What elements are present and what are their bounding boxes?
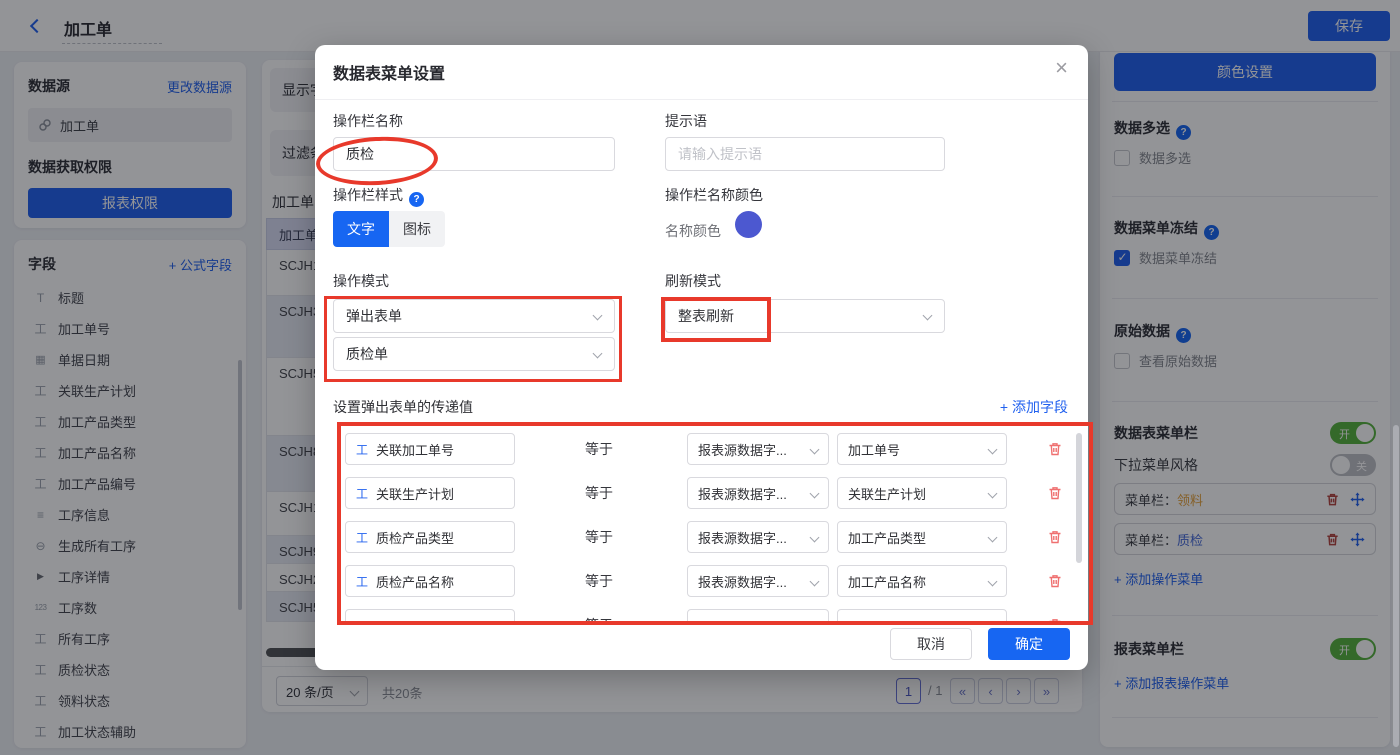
- transfer-field-name: 质检产品名称: [376, 574, 455, 590]
- transfer-source-select[interactable]: [687, 609, 829, 625]
- text-field-icon: 工: [356, 486, 369, 501]
- divider: [315, 99, 1088, 100]
- transfer-source-select[interactable]: 报表源数据字...: [687, 433, 829, 465]
- equals-label: 等于: [585, 441, 613, 457]
- trash-icon[interactable]: [1047, 573, 1063, 589]
- op-form-select[interactable]: 质检单: [333, 337, 615, 371]
- trash-icon[interactable]: [1047, 485, 1063, 501]
- menu-settings-dialog: 数据表菜单设置 × 操作栏名称 提示语 质检 请输入提示语 操作栏样式? 操作栏…: [315, 45, 1088, 670]
- confirm-button[interactable]: 确定: [988, 628, 1070, 660]
- transfer-field-name: 关联生产计划: [376, 486, 455, 502]
- trash-icon[interactable]: [1047, 441, 1063, 457]
- add-field-link[interactable]: + 添加字段: [1000, 397, 1068, 417]
- transfer-target-select[interactable]: [837, 609, 1007, 625]
- transfer-field-name: 关联加工单号: [376, 442, 455, 458]
- name-color-swatch[interactable]: [735, 211, 762, 238]
- refresh-mode-select[interactable]: 整表刷新: [665, 299, 945, 333]
- chevron-down-icon: [809, 444, 820, 455]
- refresh-mode-label: 刷新模式: [665, 273, 721, 289]
- tip-placeholder: 请输入提示语: [678, 146, 762, 162]
- name-color-label: 名称颜色: [665, 223, 721, 239]
- transfer-field-chip[interactable]: 工 关联加工单号: [345, 433, 515, 465]
- chevron-down-icon: [592, 348, 603, 359]
- transfer-source-select[interactable]: 报表源数据字...: [687, 565, 829, 597]
- tip-label: 提示语: [665, 113, 707, 129]
- tab-text-style[interactable]: 文字: [333, 211, 389, 247]
- op-mode-value: 弹出表单: [346, 308, 402, 324]
- transfer-field-chip[interactable]: [345, 609, 515, 625]
- transfer-source-value: 报表源数据字...: [698, 442, 787, 458]
- transfer-source-select[interactable]: 报表源数据字...: [687, 521, 829, 553]
- transfer-target-value: 关联生产计划: [848, 486, 927, 502]
- transfer-field-name: 质检产品类型: [376, 530, 455, 546]
- tip-input[interactable]: 请输入提示语: [665, 137, 945, 171]
- op-mode-select[interactable]: 弹出表单: [333, 299, 615, 333]
- refresh-mode-value: 整表刷新: [678, 308, 734, 324]
- chevron-down-icon: [987, 576, 998, 587]
- text-field-icon: 工: [356, 530, 369, 545]
- tab-icon-style[interactable]: 图标: [389, 211, 445, 247]
- transfer-target-select[interactable]: 加工单号: [837, 433, 1007, 465]
- transfer-target-select[interactable]: 加工产品类型: [837, 521, 1007, 553]
- op-mode-label: 操作模式: [333, 273, 389, 289]
- transfer-field-chip[interactable]: 工 质检产品名称: [345, 565, 515, 597]
- op-form-value: 质检单: [346, 346, 388, 362]
- chevron-down-icon: [592, 310, 603, 321]
- trash-icon[interactable]: [1047, 617, 1063, 625]
- cancel-button[interactable]: 取消: [890, 628, 972, 660]
- transfer-target-value: 加工产品类型: [848, 530, 927, 546]
- name-color-section-label: 操作栏名称颜色: [665, 187, 763, 203]
- text-field-icon: 工: [356, 442, 369, 457]
- transfer-source-select[interactable]: 报表源数据字...: [687, 477, 829, 509]
- transfer-source-value: 报表源数据字...: [698, 530, 787, 546]
- equals-label: 等于: [585, 485, 613, 501]
- close-icon[interactable]: ×: [1055, 55, 1068, 81]
- equals-label: 等于: [585, 617, 613, 625]
- transfer-row-partial: 等于: [345, 609, 1070, 625]
- action-name-input[interactable]: 质检: [333, 137, 615, 171]
- chevron-down-icon: [987, 488, 998, 499]
- help-icon[interactable]: ?: [409, 192, 424, 207]
- text-field-icon: 工: [356, 574, 369, 589]
- transfer-target-value: 加工产品名称: [848, 574, 927, 590]
- transfer-values-label: 设置弹出表单的传递值: [333, 399, 473, 415]
- action-name-value: 质检: [346, 146, 374, 162]
- transfer-target-select[interactable]: 关联生产计划: [837, 477, 1007, 509]
- transfer-target-select[interactable]: 加工产品名称: [837, 565, 1007, 597]
- transfer-list-scrollbar[interactable]: [1076, 433, 1082, 563]
- trash-icon[interactable]: [1047, 529, 1063, 545]
- style-label: 操作栏样式?: [333, 185, 424, 207]
- app-root: 加工单 保存 数据源 更改数据源 加工单 数据获取权限 报表权限 字段 + 公式…: [0, 0, 1400, 755]
- dialog-title: 数据表菜单设置: [333, 66, 446, 83]
- chevron-down-icon: [987, 444, 998, 455]
- chevron-down-icon: [809, 576, 820, 587]
- style-tab-group: 文字 图标: [333, 211, 445, 247]
- transfer-field-chip[interactable]: 工 关联生产计划: [345, 477, 515, 509]
- chevron-down-icon: [922, 310, 933, 321]
- page-scrollbar[interactable]: [1393, 425, 1399, 747]
- chevron-down-icon: [987, 532, 998, 543]
- transfer-source-value: 报表源数据字...: [698, 574, 787, 590]
- transfer-source-value: 报表源数据字...: [698, 486, 787, 502]
- transfer-values-list: 等于 工 关联加工单号 等于 报表源数据字... 加工单号 工 关联生产计划 等…: [333, 423, 1070, 625]
- transfer-field-chip[interactable]: 工 质检产品类型: [345, 521, 515, 553]
- transfer-row: 工 质检产品类型 等于 报表源数据字... 加工产品类型: [345, 521, 1070, 553]
- equals-label: 等于: [585, 529, 613, 545]
- transfer-row: 工 关联加工单号 等于 报表源数据字... 加工单号: [345, 433, 1070, 465]
- transfer-row: 工 关联生产计划 等于 报表源数据字... 关联生产计划: [345, 477, 1070, 509]
- transfer-target-value: 加工单号: [848, 442, 901, 458]
- action-name-label: 操作栏名称: [333, 113, 403, 129]
- equals-label: 等于: [585, 573, 613, 589]
- transfer-row: 工 质检产品名称 等于 报表源数据字... 加工产品名称: [345, 565, 1070, 597]
- chevron-down-icon: [809, 532, 820, 543]
- chevron-down-icon: [809, 488, 820, 499]
